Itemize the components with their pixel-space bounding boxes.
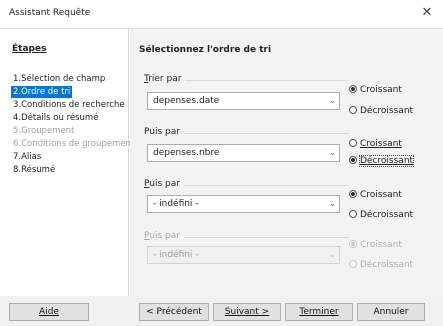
step-6-grouping-conditions: 6.Conditions de groupement [13,139,135,149]
radio-checked-icon [349,240,357,248]
button-bar: Aide < Précédent Suivant > Terminer Annu… [0,296,443,326]
next-button[interactable]: Suivant > [213,303,281,321]
step-4-details-summary[interactable]: 4.Détails ou résumé [11,112,100,124]
sort-2-descending-radio[interactable]: Décroissant [349,155,415,168]
sort-field-1-select[interactable]: depenses.date ⌄ [147,92,340,110]
group-2-label: Puis par [144,127,184,137]
radio-checked-icon [349,85,357,93]
window-title: Assistant Requête [9,8,91,18]
help-button[interactable]: Aide [9,303,89,321]
previous-button[interactable]: < Précédent [139,303,209,321]
sort-4-ascending-radio: Croissant [349,240,402,252]
sort-1-descending-radio[interactable]: Décroissant [349,106,413,118]
sort-field-4-select: - indéfini - ⌄ [147,246,340,264]
group-4-label: Puis par [144,231,184,241]
step-2-sort-order[interactable]: 2.Ordre de tri [11,86,73,98]
step-8-summary[interactable]: 8.Résumé [11,164,57,176]
wizard-body: Étapes 1.Sélection de champ 2.Ordre de t… [0,28,443,296]
group-1-label: Trier par [144,74,186,84]
close-icon[interactable]: ✕ [417,3,437,23]
step-1-field-selection[interactable]: 1.Sélection de champ [11,73,107,85]
sort-field-2-select[interactable]: depenses.nbre ⌄ [147,144,340,162]
sort-order-panel: Sélectionnez l'ordre de tri Trier par de… [130,29,443,296]
radio-unchecked-icon [349,106,357,114]
panel-title: Sélectionnez l'ordre de tri [139,45,272,55]
radio-unchecked-icon [349,210,357,218]
finish-button[interactable]: Terminer [285,303,353,321]
step-7-alias[interactable]: 7.Alias [11,151,43,163]
chevron-down-icon[interactable]: ⌄ [326,93,339,109]
radio-unchecked-icon [349,260,357,268]
group-3-label: Puis par [144,179,184,189]
chevron-down-icon[interactable]: ⌄ [326,145,339,161]
step-5-grouping: 5.Groupement [13,126,75,136]
radio-unchecked-icon [349,139,357,147]
sort-field-3-select[interactable]: - indéfini - ⌄ [147,195,340,213]
sort-3-ascending-radio[interactable]: Croissant [349,190,402,202]
sort-2-ascending-radio[interactable]: Croissant [349,139,402,151]
sort-1-ascending-radio[interactable]: Croissant [349,85,402,97]
steps-title: Étapes [12,44,47,54]
chevron-down-icon: ⌄ [329,250,336,259]
cancel-button[interactable]: Annuler [357,303,425,321]
sort-3-descending-radio[interactable]: Décroissant [349,210,413,222]
steps-panel: Étapes 1.Sélection de champ 2.Ordre de t… [0,29,134,296]
radio-checked-icon [349,190,357,198]
title-bar: Assistant Requête ✕ [0,0,443,28]
radio-checked-icon [349,156,357,164]
chevron-down-icon[interactable]: ⌄ [326,196,339,212]
sort-4-descending-radio: Décroissant [349,260,413,272]
step-3-search-conditions[interactable]: 3.Conditions de recherche [11,99,127,111]
